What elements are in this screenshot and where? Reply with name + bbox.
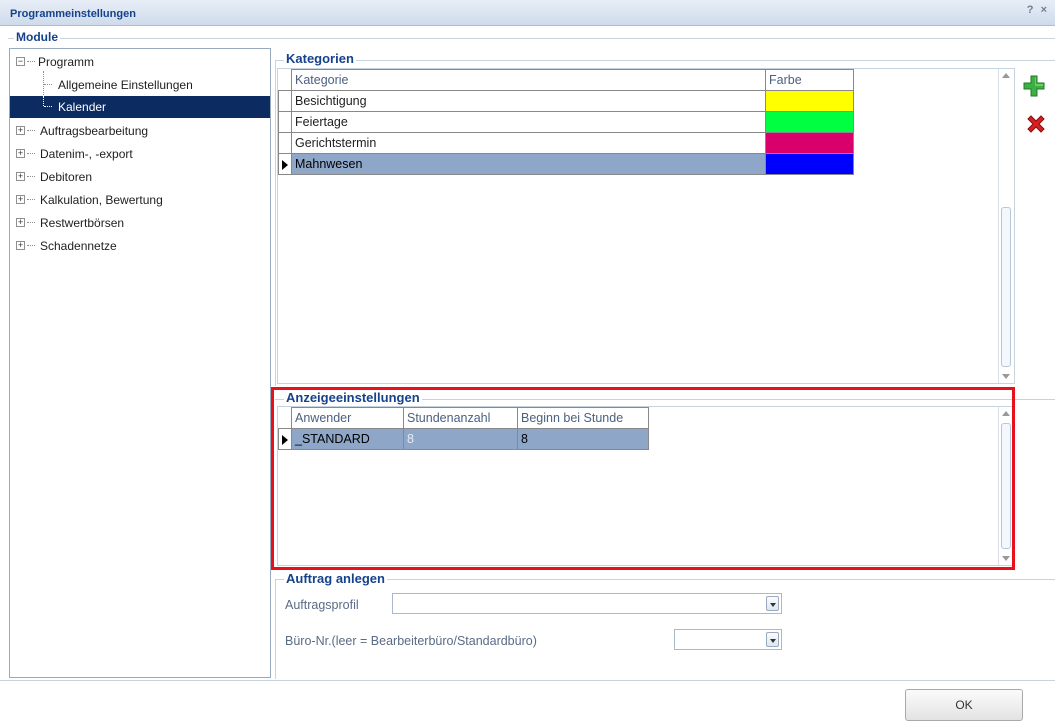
ok-button[interactable]: OK — [905, 689, 1023, 721]
module-legend: Module — [14, 30, 60, 44]
expand-icon[interactable]: + — [16, 172, 25, 181]
row-indicator[interactable] — [278, 132, 292, 154]
row-indicator[interactable] — [278, 90, 292, 112]
kategorien-header-row: Kategorie Farbe — [278, 69, 854, 91]
tree-item-label: Kalkulation, Bewertung — [40, 193, 163, 207]
window-title: Programmeinstellungen — [10, 8, 136, 20]
dropdown-arrow-icon[interactable] — [766, 596, 779, 611]
auftrag-group-border-top — [275, 579, 1055, 580]
category-color-cell[interactable] — [765, 90, 854, 112]
auftragsprofil-label: Auftragsprofil — [285, 598, 359, 612]
tree-item-restwertboersen[interactable]: + Restwertbörsen — [10, 212, 270, 234]
category-color-cell[interactable] — [765, 132, 854, 154]
window-titlebar: Programmeinstellungen ? × — [0, 0, 1055, 26]
category-name-cell[interactable]: Mahnwesen — [291, 153, 766, 175]
tree-item-datenimport-export[interactable]: + Datenim-, -export — [10, 143, 270, 165]
row-indicator[interactable] — [278, 153, 292, 175]
tree-item-label: Schadennetze — [40, 239, 117, 253]
tree-item-label: Restwertbörsen — [40, 216, 125, 230]
tree-item-label: Auftragsbearbeitung — [40, 124, 149, 138]
plus-icon[interactable] — [1022, 74, 1046, 98]
category-name-cell[interactable]: Gerichtstermin — [291, 132, 766, 154]
delete-x-icon[interactable] — [1024, 112, 1048, 136]
dropdown-arrow-icon[interactable] — [766, 632, 779, 647]
scroll-down-icon[interactable] — [1002, 374, 1010, 379]
tree-item-kalender[interactable]: Kalender — [10, 96, 270, 118]
tree-item-label: Allgemeine Einstellungen — [58, 78, 193, 92]
tree-item-programm[interactable]: − Programm — [10, 51, 270, 73]
auftragsprofil-select[interactable] — [392, 593, 782, 614]
category-color-cell[interactable] — [765, 111, 854, 133]
current-row-arrow-icon — [282, 159, 288, 170]
buero-nr-select[interactable] — [674, 629, 782, 650]
kategorien-group-border-top — [275, 60, 1055, 61]
tree-item-label: Datenim-, -export — [40, 147, 133, 161]
module-group-border — [8, 38, 1055, 39]
red-highlight-box — [271, 387, 1015, 570]
table-row[interactable]: Besichtigung — [278, 90, 854, 112]
tree-item-schadennetze[interactable]: + Schadennetze — [10, 235, 270, 257]
scroll-thumb[interactable] — [1001, 207, 1011, 367]
category-name-cell[interactable]: Feiertage — [291, 111, 766, 133]
kategorien-title: Kategorien — [284, 51, 356, 66]
kategorien-scrollbar[interactable] — [998, 69, 1013, 383]
tree-item-auftragsbearbeitung[interactable]: + Auftragsbearbeitung — [10, 120, 270, 142]
kategorien-group-border — [275, 60, 276, 386]
column-header-kategorie[interactable]: Kategorie — [291, 69, 766, 91]
table-row[interactable]: Gerichtstermin — [278, 132, 854, 154]
expand-icon[interactable]: + — [16, 241, 25, 250]
tree-item-label: Programm — [38, 55, 95, 69]
auftrag-title: Auftrag anlegen — [284, 571, 387, 586]
auftrag-group-border — [275, 579, 276, 679]
buero-nr-label: Büro-Nr.(leer = Bearbeiterbüro/Standardb… — [285, 634, 537, 648]
footer-separator — [0, 680, 1055, 681]
expand-icon[interactable]: + — [16, 195, 25, 204]
help-close-icons[interactable]: ? × — [1027, 4, 1049, 16]
column-header-farbe[interactable]: Farbe — [765, 69, 854, 91]
tree-item-label: Debitoren — [40, 170, 93, 184]
tree-item-kalkulation-bewertung[interactable]: + Kalkulation, Bewertung — [10, 189, 270, 211]
table-row-selected[interactable]: Mahnwesen — [278, 153, 854, 175]
tree-item-label: Kalender — [58, 100, 107, 114]
expand-icon[interactable]: + — [16, 218, 25, 227]
collapse-icon[interactable]: − — [16, 57, 25, 66]
category-name-cell[interactable]: Besichtigung — [291, 90, 766, 112]
category-color-cell[interactable] — [765, 153, 854, 175]
expand-icon[interactable]: + — [16, 126, 25, 135]
tree-item-allgemeine-einstellungen[interactable]: Allgemeine Einstellungen — [10, 74, 270, 96]
table-row[interactable]: Feiertage — [278, 111, 854, 133]
tree-item-debitoren[interactable]: + Debitoren — [10, 166, 270, 188]
kategorien-grid[interactable]: Kategorie Farbe Besichtigung Feiertage G… — [277, 68, 1015, 384]
module-tree[interactable]: − Programm Allgemeine Einstellungen Kale… — [9, 48, 271, 678]
expand-icon[interactable]: + — [16, 149, 25, 158]
row-indicator[interactable] — [278, 111, 292, 133]
scroll-up-icon[interactable] — [1002, 73, 1010, 78]
